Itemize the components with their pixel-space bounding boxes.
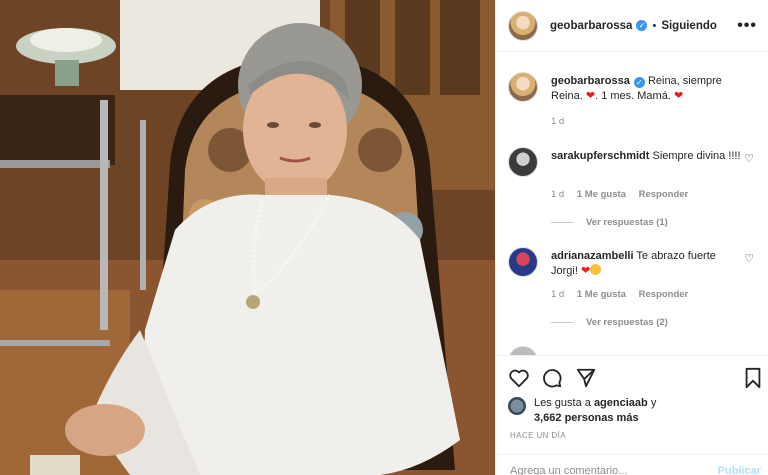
- caption-meta: 1 d: [551, 116, 574, 127]
- author-username[interactable]: geobarbarossa: [550, 20, 632, 32]
- likes-others[interactable]: 3,662 personas más: [534, 412, 639, 424]
- comment-likes[interactable]: 1 Me gusta: [577, 189, 626, 200]
- caption-part2: . 1 mes. Mamá.: [595, 90, 671, 102]
- comment-time[interactable]: 1 d: [551, 289, 564, 300]
- comment-text: adrianazambelli Te abrazo fuerte Jorgi! …: [551, 249, 741, 279]
- verified-badge-icon: ✓: [636, 20, 648, 31]
- caption-avatar[interactable]: [508, 72, 538, 102]
- comment-meta: 1 d 1 Me gusta Responder: [551, 289, 698, 300]
- add-comment-bar: Agrega un comentario... Publicar: [496, 454, 768, 475]
- red-heart-icon: ❤: [585, 90, 596, 102]
- comments-list[interactable]: geobarbarossa ✓ Reina, siempre Reina. ❤. …: [496, 52, 768, 355]
- commenter-avatar[interactable]: [508, 247, 538, 277]
- photo-illustration: [0, 0, 495, 475]
- verified-badge-icon: ✓: [633, 77, 645, 88]
- post-sidebar: geobarbarossa ✓ • Siguiendo ••• geobarba…: [495, 0, 768, 475]
- view-replies-button[interactable]: Ver respuestas (1): [551, 217, 668, 228]
- replies-divider: [551, 222, 573, 223]
- publish-button[interactable]: Publicar: [718, 465, 761, 475]
- smiley-emoji-icon: [590, 264, 602, 275]
- separator-dot: •: [652, 19, 657, 32]
- likes-summary[interactable]: Les gusta a agenciaab y 3,662 personas m…: [508, 396, 704, 426]
- post-timestamp[interactable]: HACE UN DÍA: [510, 431, 566, 440]
- red-heart-icon: ❤: [673, 90, 684, 102]
- reply-button[interactable]: Responder: [639, 289, 689, 300]
- post-actions: Les gusta a agenciaab y 3,662 personas m…: [496, 355, 768, 475]
- caption-text: geobarbarossa ✓ Reina, siempre Reina. ❤. …: [551, 74, 741, 104]
- view-replies-label: Ver respuestas (1): [586, 217, 668, 228]
- likes-text: Les gusta a agenciaab y 3,662 personas m…: [534, 396, 704, 426]
- replies-divider: [551, 322, 573, 323]
- like-heart-icon[interactable]: [508, 367, 530, 389]
- comment-bubble-icon[interactable]: [541, 367, 563, 389]
- comment-input[interactable]: Agrega un comentario...: [510, 465, 627, 475]
- commenter-username[interactable]: adrianazambelli: [551, 250, 634, 262]
- caption-time[interactable]: 1 d: [551, 116, 564, 127]
- comment-meta: 1 d 1 Me gusta Responder: [551, 189, 698, 200]
- author-avatar[interactable]: [508, 10, 538, 41]
- like-comment-icon[interactable]: ♡: [744, 152, 754, 165]
- view-replies-button[interactable]: Ver respuestas (2): [551, 317, 668, 328]
- comment-text: sarakupferschmidt Siempre divina !!!!: [551, 149, 741, 164]
- following-button[interactable]: Siguiendo: [661, 20, 717, 32]
- red-heart-icon: ❤: [580, 265, 591, 277]
- view-replies-label: Ver respuestas (2): [586, 317, 668, 328]
- post-photo[interactable]: [0, 0, 495, 475]
- comment-body: Siempre divina !!!!: [652, 150, 741, 162]
- caption-username[interactable]: geobarbarossa: [551, 75, 630, 87]
- likes-first-user[interactable]: agenciaab: [594, 397, 648, 409]
- commenter-avatar[interactable]: [508, 147, 538, 177]
- comment-time[interactable]: 1 d: [551, 189, 564, 200]
- save-bookmark-icon[interactable]: [742, 367, 764, 389]
- share-send-icon[interactable]: [575, 367, 597, 389]
- reply-button[interactable]: Responder: [639, 189, 689, 200]
- likes-prefix: Les gusta a: [534, 397, 591, 409]
- like-comment-icon[interactable]: ♡: [744, 252, 754, 265]
- more-options-icon[interactable]: •••: [737, 17, 757, 35]
- post-header: geobarbarossa ✓ • Siguiendo •••: [496, 0, 768, 52]
- commenter-username[interactable]: sarakupferschmidt: [551, 150, 649, 162]
- comment-likes[interactable]: 1 Me gusta: [577, 289, 626, 300]
- likes-connector: y: [650, 397, 657, 409]
- commenter-avatar[interactable]: [508, 346, 538, 355]
- liker-avatar: [508, 397, 526, 415]
